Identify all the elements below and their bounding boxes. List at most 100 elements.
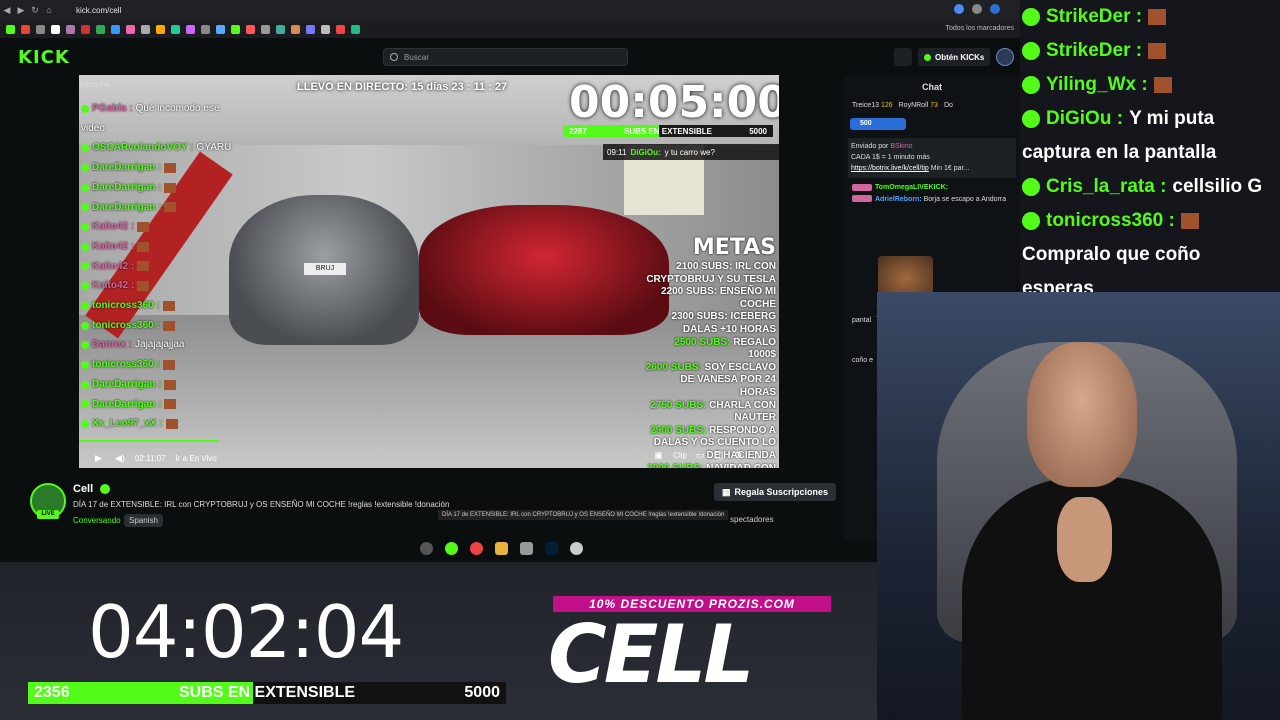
badge-icon [1022, 178, 1040, 196]
taskbar-app-icon[interactable] [570, 542, 583, 555]
bookmarks-bar: Todos los marcadores [0, 20, 1020, 38]
search-input[interactable]: Buscar [383, 48, 628, 66]
goal-item: 2300 SUBS: ICEBERG [644, 311, 776, 324]
bookmark-icon[interactable] [51, 24, 60, 34]
stream-category[interactable]: Conversando [73, 516, 121, 525]
bookmark-icon[interactable] [216, 24, 225, 34]
subs-goal: 5000 [749, 126, 767, 136]
taskbar-app-icon[interactable] [520, 542, 533, 555]
bookmark-icon[interactable] [156, 24, 165, 34]
top-gifter[interactable]: Treice13 126 [852, 102, 893, 109]
bookmark-icon[interactable] [231, 24, 240, 34]
bookmark-icon[interactable] [336, 24, 345, 34]
user-avatar[interactable] [996, 48, 1015, 66]
bookmark-star-icon[interactable] [954, 4, 964, 14]
video-progress[interactable] [79, 440, 219, 442]
license-plate: BRUJ [304, 263, 346, 275]
home-icon[interactable]: ⌂ [42, 5, 56, 15]
badge-icon [81, 144, 89, 153]
top-gifter[interactable]: RoyNRoll 73 [899, 102, 938, 109]
streamer-head [1027, 342, 1137, 487]
title-tooltip: DÍA 17 de EXTENSIBLE: IRL con CRYPTOBRUJ… [438, 510, 729, 520]
fullscreen-icon[interactable]: ⛶ [753, 450, 763, 460]
language-tag[interactable]: Spanish [124, 514, 163, 527]
kick-logo[interactable]: KICK [18, 47, 70, 68]
pinned-header: Enviado por BSkino [851, 141, 1013, 152]
bookmark-icon[interactable] [246, 24, 255, 34]
clip-button[interactable]: Clip [673, 451, 687, 460]
pip-icon[interactable]: ◫ [715, 450, 725, 460]
overlay-chat-row: Xx_Leo97_xX : [81, 414, 256, 434]
bookmark-icon[interactable] [36, 24, 45, 34]
pinned-link[interactable]: https://botrix.live/k/cell/tip [851, 165, 929, 172]
goal-text: ICEBERG [730, 311, 776, 323]
video-player[interactable]: BRUJ escucha LLEVO EN DIRECTO: 15 días 2… [79, 75, 779, 468]
badge-icon [81, 203, 89, 212]
bookmark-icon[interactable] [186, 24, 195, 34]
all-bookmarks-link[interactable]: Todos los marcadores [946, 25, 1014, 32]
bookmark-icon[interactable] [66, 24, 75, 34]
bottom-overlay: 04:02:04 2356 SUBS EN EXTENSIBLE 5000 10… [0, 562, 877, 720]
theater-icon[interactable]: ▭ [696, 450, 706, 460]
back-icon[interactable]: ◀ [0, 5, 14, 16]
kicks-coin-icon [924, 53, 931, 61]
goal-subs: 2200 SUBS: [660, 286, 718, 298]
wallet-icon[interactable] [894, 48, 912, 66]
top-gifter[interactable]: Do [944, 102, 953, 109]
bookmark-icon[interactable] [291, 24, 300, 34]
extension-icon[interactable] [972, 4, 982, 14]
badge-icon [1022, 42, 1040, 60]
settings-icon[interactable]: ⚙ [734, 450, 744, 460]
go-live-button[interactable]: Ir a En Vivo [176, 454, 217, 463]
badge-icon [81, 341, 89, 350]
bookmark-icon[interactable] [351, 24, 360, 34]
bookmark-icon[interactable] [306, 24, 315, 34]
volume-icon[interactable]: ◀) [115, 453, 125, 463]
overlay-chat-row: DareDarrigan : [81, 375, 256, 395]
bookmark-icon[interactable] [141, 24, 150, 34]
overlay-chat-row: Kaito42 : [81, 257, 256, 277]
taskbar-app-icon[interactable] [420, 542, 433, 555]
badge-icon [81, 321, 89, 330]
bookmark-icon[interactable] [96, 24, 105, 34]
folder-icon[interactable] [495, 542, 508, 555]
overlay-chat-user: Xx_Leo97_xX : [92, 418, 163, 430]
photoshop-icon[interactable] [545, 542, 558, 555]
goal-subs: 2100 SUBS: [676, 261, 733, 272]
chat-user[interactable]: TomOmegaLIVEKICK: [875, 184, 948, 191]
overlay-chat-user: Kaito42 : [92, 240, 135, 252]
large-chat-row: StrikeDer : [1020, 0, 1280, 34]
reload-icon[interactable]: ↻ [28, 5, 42, 16]
bookmark-icon[interactable] [81, 24, 90, 34]
bookmark-icon[interactable] [111, 24, 120, 34]
chrome-icon[interactable] [470, 542, 483, 555]
large-chat-row: tonicross360 : [1020, 204, 1280, 238]
bookmark-icon[interactable] [276, 24, 285, 34]
gift-subs-button[interactable]: ▦ Regala Suscripciones [714, 483, 837, 501]
play-icon[interactable]: ▶ [95, 453, 105, 463]
address-bar[interactable]: kick.com/cell [76, 6, 121, 15]
overlay-chat-row: DareDarrigan : [81, 395, 256, 415]
badge-icon [81, 420, 89, 429]
get-kicks-button[interactable]: Obtén KICKs [918, 48, 991, 66]
chapters-icon[interactable]: ▣ [654, 450, 664, 460]
bookmark-icon[interactable] [21, 24, 30, 34]
badge-icon [81, 380, 89, 389]
bookmark-icon[interactable] [261, 24, 270, 34]
large-chat-text: captura en la pantalla [1022, 142, 1217, 163]
bookmark-icon[interactable] [201, 24, 210, 34]
red-car [419, 205, 669, 335]
bookmark-icon[interactable] [321, 24, 330, 34]
overlay-chat-row: PGabla : Qué incomodo ese [81, 99, 256, 119]
streamer-name[interactable]: Cell [73, 483, 93, 495]
chat-user[interactable]: AdrielReborn: [875, 196, 922, 203]
profile-icon[interactable] [990, 4, 1000, 14]
taskbar-app-icon[interactable] [445, 542, 458, 555]
extensible-subs-label: SUBS EN EXTENSIBLE [178, 684, 356, 701]
bookmark-icon[interactable] [6, 24, 15, 34]
emote-icon [1180, 213, 1199, 229]
bookmark-icon[interactable] [126, 24, 135, 34]
bookmark-icon[interactable] [171, 24, 180, 34]
large-chat-text: cellsilio G [1172, 176, 1263, 197]
forward-icon[interactable]: ▶ [14, 5, 28, 16]
